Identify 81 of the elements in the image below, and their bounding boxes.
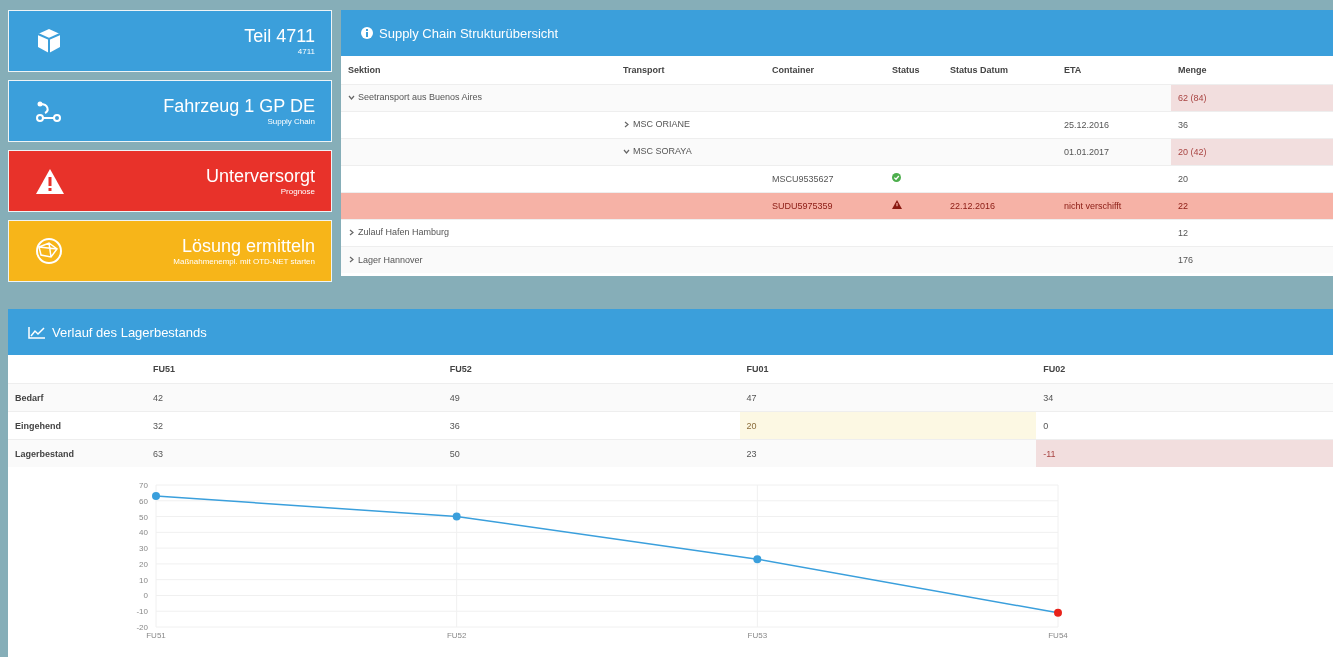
axis-tick-label: FU52 (446, 631, 467, 640)
table-cell: 62 (84) (1178, 92, 1207, 103)
tile-subtitle: Maßnahmenempl. mit OTD-NET starten (172, 256, 315, 267)
table-cell: 20 (42) (1178, 146, 1207, 157)
chevron-right-icon (623, 120, 630, 128)
table-cell: 25.12.2016 (1064, 119, 1110, 130)
tile-subtitle: 4711 (296, 46, 315, 57)
axis-tick-label: -10 (136, 607, 148, 617)
column-header: Sektion (341, 56, 616, 84)
column-header: FU52 (449, 364, 472, 374)
table-cell: MSCU9535627 (772, 173, 834, 184)
table-cell: SUDU5975359 (772, 200, 833, 211)
table-cell: 47 (746, 392, 757, 403)
tile-subtitle: Supply Chain (266, 116, 315, 127)
warning-icon (35, 167, 65, 195)
column-header: ETA (1057, 56, 1171, 84)
table-cell: 36 (1178, 119, 1188, 130)
table-cell: 32 (153, 420, 163, 431)
table-cell: 20 (1178, 173, 1188, 184)
table-cell: 23 (746, 448, 757, 459)
column-header: Status Datum (943, 56, 1057, 84)
data-point (152, 492, 160, 501)
axis-tick-label: FU51 (146, 631, 166, 640)
table-cell: 01.01.2017 (1064, 146, 1110, 157)
table-cell: 176 (1178, 254, 1194, 265)
panel-title: Supply Chain Strukturübersicht (379, 25, 559, 41)
table-cell: 22 (1178, 200, 1188, 211)
column-header: Menge (1171, 56, 1333, 84)
table-cell: -11 (1043, 448, 1056, 459)
info-icon (361, 27, 373, 39)
tile-subtitle: Prognose (279, 186, 315, 197)
chevron-down-icon (623, 147, 630, 155)
axis-tick-label: 60 (139, 496, 148, 506)
data-point (1054, 608, 1062, 617)
axis-tick-label: 30 (139, 544, 148, 554)
data-point (452, 512, 461, 521)
row-label: Lagerbestand (15, 448, 74, 459)
column-header: Status (885, 56, 943, 84)
line-chart-icon (28, 325, 46, 339)
axis-tick-label: -20 (136, 623, 148, 632)
status-tile[interactable]: Unterversorgt Prognose (8, 150, 332, 212)
column-header: FU01 (746, 364, 769, 374)
table-cell: 36 (449, 420, 460, 431)
table-cell: 34 (1043, 392, 1054, 403)
panel-title: Verlauf des Lagerbestands (52, 324, 207, 340)
tile-title: Lösung ermitteln (180, 235, 315, 257)
axis-tick-label: 20 (139, 559, 148, 569)
table-cell: 12 (1178, 227, 1188, 238)
row-label: Bedarf (15, 392, 44, 403)
table-cell: 22.12.2016 (950, 200, 996, 211)
table-cell: 20 (746, 420, 757, 431)
table-cell: 49 (449, 392, 460, 403)
chevron-right-icon (348, 256, 355, 263)
row-label: Eingehend (15, 420, 61, 431)
tile-title: Teil 4711 (243, 25, 315, 47)
axis-tick-label: FU54 (1048, 631, 1068, 640)
table-cell: 0 (1043, 420, 1049, 431)
axis-tick-label: FU53 (747, 631, 768, 640)
chevron-right-icon (348, 228, 355, 236)
table-cell: nicht verschifft (1064, 200, 1122, 211)
column-header: FU02 (1043, 364, 1066, 374)
axis-tick-label: 70 (139, 481, 148, 490)
axis-tick-label: 40 (139, 528, 148, 538)
table-cell: 63 (153, 448, 163, 459)
check-circle-icon (892, 173, 901, 182)
data-point (753, 555, 762, 564)
table-cell: 50 (449, 448, 460, 459)
route-icon (35, 99, 61, 123)
column-header: Container (765, 56, 885, 84)
axis-tick-label: 50 (139, 512, 148, 522)
box-icon (35, 27, 63, 55)
warning-icon (892, 200, 902, 209)
axis-tick-label: 0 (143, 591, 148, 601)
column-header: Transport (616, 56, 765, 84)
table-cell: 42 (153, 392, 163, 403)
globe-icon (35, 237, 63, 265)
tile-title: Fahrzeug 1 GP DE (162, 95, 315, 117)
axis-tick-label: 10 (139, 575, 148, 585)
chevron-down-icon (348, 93, 355, 101)
tile-title: Unterversorgt (204, 165, 315, 187)
column-header: FU51 (153, 364, 175, 374)
